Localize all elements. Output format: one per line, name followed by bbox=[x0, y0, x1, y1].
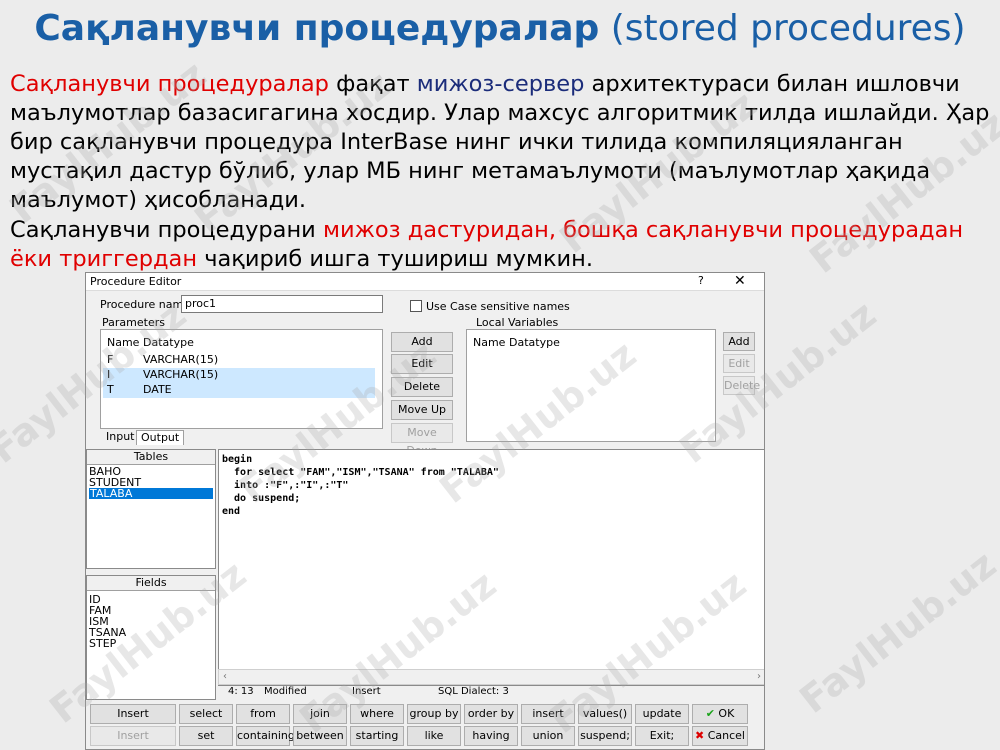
col-datatype-header: Datatype bbox=[143, 336, 194, 349]
keyword-button[interactable]: starting with bbox=[350, 726, 404, 749]
keyword-button[interactable]: union bbox=[521, 726, 575, 746]
tab-output[interactable]: Output bbox=[136, 430, 185, 445]
param-row[interactable]: I VARCHAR(15) bbox=[103, 368, 375, 383]
parameters-grid: Name Datatype F VARCHAR(15) I VARCHAR(15… bbox=[100, 329, 383, 429]
horizontal-scrollbar[interactable]: ‹ › bbox=[218, 669, 764, 685]
slide-title-main: Сақланувчи процедуралар bbox=[34, 8, 600, 49]
scroll-right-icon[interactable]: › bbox=[757, 671, 761, 682]
keyword-button[interactable]: between bbox=[293, 726, 347, 746]
procedure-editor-window: Procedure Editor ? ✕ Procedure name proc… bbox=[85, 272, 765, 750]
status-bar: 4: 13 Modified Insert SQL Dialect: 3 bbox=[218, 686, 764, 700]
param-delete-button[interactable]: Delete bbox=[391, 377, 453, 397]
move-up-button[interactable]: Move Up bbox=[391, 400, 453, 420]
keyword-button[interactable]: join bbox=[293, 704, 347, 724]
local-delete-button[interactable]: Delete bbox=[723, 376, 760, 395]
cancel-button[interactable]: ✖ Cancel bbox=[692, 726, 748, 746]
keyword-button[interactable]: set bbox=[179, 726, 233, 746]
title-bar: Procedure Editor ? ✕ bbox=[86, 273, 764, 291]
code-line: begin bbox=[222, 454, 253, 465]
keyword-button[interactable]: containing bbox=[236, 726, 295, 746]
keyword-button[interactable]: order by bbox=[464, 704, 518, 724]
help-icon[interactable]: ? bbox=[698, 274, 704, 287]
param-type: VARCHAR(15) bbox=[143, 368, 219, 381]
tab-input[interactable]: Input bbox=[102, 430, 138, 443]
move-down-button[interactable]: Move Down bbox=[391, 423, 453, 457]
keyword-button[interactable]: suspend; bbox=[578, 726, 632, 746]
keyword-button[interactable]: Exit; bbox=[635, 726, 689, 746]
local-col-name-header: Name bbox=[473, 336, 506, 349]
fields-panel: Fields ID FAM ISM TSANA STEP bbox=[86, 575, 216, 700]
window-title: Procedure Editor bbox=[90, 275, 182, 288]
param-type: DATE bbox=[143, 383, 172, 396]
field-item[interactable]: STEP bbox=[89, 638, 116, 649]
insert-tablename-button[interactable]: Insert Tablename bbox=[90, 704, 176, 738]
keyword-button[interactable]: where bbox=[350, 704, 404, 724]
p2-text-a: Сақланувчи процедурани bbox=[10, 217, 323, 243]
local-variables-grid: Name Datatype bbox=[466, 329, 716, 442]
code-line: into :"F",:"I",:"T" bbox=[222, 480, 349, 491]
tables-header: Tables bbox=[87, 450, 215, 465]
check-icon: ✔ bbox=[705, 707, 715, 720]
table-item-selected[interactable]: TALABA bbox=[89, 488, 213, 499]
fields-header: Fields bbox=[87, 576, 215, 591]
cancel-x-icon: ✖ bbox=[695, 729, 705, 742]
keyword-button[interactable]: from bbox=[236, 704, 290, 724]
case-sensitive-label: Use Case sensitive names bbox=[426, 300, 570, 313]
procedure-name-input[interactable]: proc1 bbox=[181, 295, 383, 313]
code-line: do suspend; bbox=[222, 493, 301, 504]
param-add-button[interactable]: Add bbox=[391, 332, 453, 352]
tables-panel: Tables BAHO STUDENT TALABA bbox=[86, 449, 216, 569]
case-sensitive-checkbox[interactable] bbox=[410, 300, 422, 312]
procedure-name-label: Procedure name bbox=[100, 298, 190, 311]
param-row[interactable]: F VARCHAR(15) bbox=[103, 353, 375, 368]
p1-client-server: мижоз-сервер bbox=[416, 71, 585, 97]
code-line: for select "FAM","ISM","TSANA" from "TAL… bbox=[222, 467, 499, 478]
ok-button[interactable]: ✔ OK bbox=[692, 704, 748, 724]
param-name: I bbox=[107, 368, 111, 381]
col-name-header: Name bbox=[107, 336, 140, 349]
scroll-left-icon[interactable]: ‹ bbox=[223, 671, 227, 682]
parameters-label: Parameters bbox=[102, 316, 165, 329]
sql-editor[interactable]: begin for select "FAM","ISM","TSANA" fro… bbox=[218, 449, 764, 686]
cancel-label: Cancel bbox=[707, 729, 745, 742]
param-name: F bbox=[107, 353, 114, 366]
watermark: FaylHub.uz bbox=[791, 542, 1000, 722]
insert-mode: Insert bbox=[352, 686, 381, 697]
keyword-button[interactable]: group by bbox=[407, 704, 461, 724]
paragraph-2: Сақланувчи процедурани мижоз дастуридан,… bbox=[10, 216, 995, 274]
param-edit-button[interactable]: Edit bbox=[391, 354, 453, 374]
local-add-button[interactable]: Add bbox=[723, 332, 755, 351]
param-name: T bbox=[107, 383, 114, 396]
param-row[interactable]: T DATE bbox=[103, 383, 375, 398]
keyword-button[interactable]: update bbox=[635, 704, 689, 724]
keyword-button[interactable]: like bbox=[407, 726, 461, 746]
param-type: VARCHAR(15) bbox=[143, 353, 219, 366]
modified-status: Modified bbox=[264, 686, 307, 697]
code-line: end bbox=[222, 506, 241, 517]
keyword-button[interactable]: insert into bbox=[521, 704, 575, 738]
local-col-datatype-header: Datatype bbox=[509, 336, 560, 349]
ok-label: OK bbox=[718, 707, 735, 720]
p1-text-a: фақат bbox=[328, 71, 417, 97]
insert-fieldname-button[interactable]: Insert Fieldname bbox=[90, 726, 176, 749]
slide-title: Сақланувчи процедуралар (stored procedur… bbox=[0, 8, 1000, 49]
keyword-button[interactable]: values() bbox=[578, 704, 632, 724]
slide-title-sub: (stored procedures) bbox=[610, 8, 966, 49]
p1-highlight: Сақланувчи процедуралар bbox=[10, 71, 329, 97]
paragraph-1: Сақланувчи процедуралар фақат мижоз-серв… bbox=[10, 70, 995, 215]
close-icon[interactable]: ✕ bbox=[734, 273, 746, 289]
local-variables-label: Local Variables bbox=[476, 316, 559, 329]
sql-dialect: SQL Dialect: 3 bbox=[438, 686, 509, 697]
local-edit-button[interactable]: Edit bbox=[723, 354, 755, 373]
keyword-button[interactable]: having bbox=[464, 726, 518, 746]
cursor-position: 4: 13 bbox=[228, 686, 254, 697]
p2-text-b: чақириб ишга тушириш мумкин. bbox=[197, 246, 594, 272]
keyword-button[interactable]: select bbox=[179, 704, 233, 724]
